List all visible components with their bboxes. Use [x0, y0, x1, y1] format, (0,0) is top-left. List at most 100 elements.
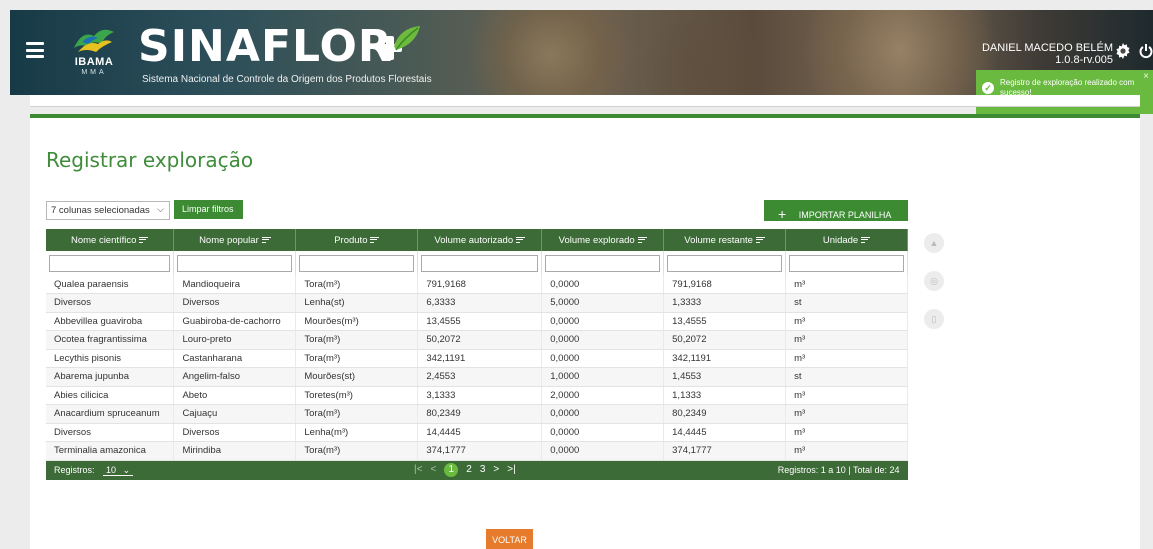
clear-filters-button[interactable]: Limpar filtros [174, 200, 243, 219]
import-spreadsheet-button[interactable]: + IMPORTAR PLANILHA [764, 200, 908, 222]
filter-icon[interactable] [637, 235, 647, 244]
ibama-logo-text: IBAMA [74, 56, 114, 68]
filter-cell [541, 251, 665, 275]
ibama-logo: IBAMA MMA [62, 26, 126, 82]
table-row[interactable]: Lecythis pisonis Castanharana Tora(m³) 342,… [46, 349, 908, 368]
filter-cell [663, 251, 787, 275]
filter-row [46, 251, 908, 275]
column-header[interactable]: Produto [295, 229, 419, 251]
columns-select[interactable]: 7 colunas selecionadas ⌵ [46, 201, 170, 220]
table-cell: Guabiroba-de-cachorro [173, 312, 297, 331]
table-row[interactable]: Abbevillea guaviroba Guabiroba-de-cachorr… [46, 312, 908, 331]
table-cell: Mandioqueira [173, 275, 297, 294]
table-cell: 2,4553 [417, 367, 543, 387]
filter-cell [46, 251, 175, 275]
target-icon[interactable]: ◎ [924, 271, 944, 291]
last-page-icon[interactable]: >| [507, 464, 515, 475]
table-row[interactable]: Anacardium spruceanum Cajuaçu Tora(m³) 80,2… [46, 404, 908, 424]
ibama-logo-subtext: MMA [81, 69, 107, 76]
column-filter-input[interactable] [421, 254, 539, 272]
column-header[interactable]: Nome científico [46, 229, 175, 251]
table-cell: 0,0000 [541, 423, 665, 442]
menu-icon[interactable] [26, 42, 44, 58]
first-page-icon[interactable]: |< [414, 464, 422, 475]
table-cell: 342,1191 [417, 349, 543, 368]
table-cell: Abbevillea guaviroba [46, 312, 175, 331]
filter-cell [417, 251, 543, 275]
filter-cell [785, 251, 908, 275]
columns-select-value: 7 colunas selecionadas [51, 205, 150, 216]
table-cell: Tora(m³) [295, 275, 419, 294]
column-filter-input[interactable] [545, 254, 661, 272]
chart-icon[interactable]: ▲ [924, 233, 944, 253]
column-filter-input[interactable] [667, 254, 783, 272]
column-header-label: Nome científico [70, 234, 137, 246]
table-cell: Lecythis pisonis [46, 349, 175, 368]
trash-icon[interactable]: ▯ [924, 309, 944, 329]
records-summary: Registros: 1 a 10 | Total de: 24 [777, 464, 900, 475]
per-page-select[interactable]: 10 ⌄ [103, 464, 134, 476]
table-cell: Abeto [173, 386, 297, 405]
column-filter-input[interactable] [789, 254, 904, 272]
close-icon[interactable]: × [1143, 72, 1149, 82]
page-1-button[interactable]: 1 [444, 462, 459, 477]
prev-page-icon[interactable]: < [430, 464, 436, 475]
table-row[interactable]: Ocotea fragrantissima Louro-preto Tora(m³)… [46, 330, 908, 350]
table-cell: m³ [785, 404, 908, 424]
next-page-icon[interactable]: > [493, 464, 499, 475]
page-2-button[interactable]: 2 [466, 464, 472, 475]
per-page-value: 10 [106, 464, 117, 475]
column-header-label: Volume explorado [558, 234, 635, 246]
back-button[interactable]: VOLTAR [486, 529, 533, 549]
power-icon[interactable] [1139, 43, 1153, 59]
table-cell: m³ [785, 275, 908, 294]
table-cell: m³ [785, 423, 908, 442]
filter-icon[interactable] [370, 235, 380, 244]
filter-icon[interactable] [861, 235, 871, 244]
brand-title: SINAFLOR [138, 21, 393, 72]
column-filter-input[interactable] [177, 254, 293, 272]
table-cell: Lenha(st) [295, 293, 419, 313]
table-cell: Terminalia amazonica [46, 441, 175, 461]
table-cell: 0,0000 [541, 349, 665, 368]
table-cell: 0,0000 [541, 312, 665, 331]
table-cell: m³ [785, 386, 908, 405]
table-cell: Toretes(m³) [295, 386, 419, 405]
table-cell: 0,0000 [541, 330, 665, 350]
column-filter-input[interactable] [49, 254, 171, 272]
column-header[interactable]: Volume autorizado [417, 229, 543, 251]
table-row[interactable]: Diversos Diversos Lenha(m³) 14,4445 0,0000 14… [46, 423, 908, 442]
table-row[interactable]: Qualea paraensis Mandioqueira Tora(m³) 791,… [46, 275, 908, 294]
column-header[interactable]: Unidade [785, 229, 908, 251]
filter-icon[interactable] [139, 235, 149, 244]
page-3-button[interactable]: 3 [480, 464, 486, 475]
table-cell: 791,9168 [417, 275, 543, 294]
table-cell: Castanharana [173, 349, 297, 368]
plus-icon: + [778, 206, 787, 222]
table-cell: Cajuaçu [173, 404, 297, 424]
column-header[interactable]: Volume restante [663, 229, 787, 251]
table-row[interactable]: Abarema jupunba Angelim-falso Mourões(st) 2… [46, 367, 908, 387]
table-cell: 342,1191 [663, 349, 787, 368]
column-header[interactable]: Volume explorado [541, 229, 665, 251]
filter-cell [295, 251, 419, 275]
table-cell: m³ [785, 441, 908, 461]
check-icon: ✓ [982, 82, 994, 94]
column-header[interactable]: Nome popular [173, 229, 297, 251]
table-header-row: Nome científico Nome popular Produto Volume… [46, 229, 908, 251]
table-row[interactable]: Diversos Diversos Lenha(st) 6,3333 5,0000 1,3… [46, 293, 908, 313]
filter-icon[interactable] [755, 235, 765, 244]
table-cell: m³ [785, 312, 908, 331]
records-label: Registros: [54, 464, 95, 475]
table-row[interactable]: Abies cilicica Abeto Toretes(m³) 3,1333 2,00… [46, 386, 908, 405]
filter-icon[interactable] [261, 235, 271, 244]
gear-icon[interactable] [1115, 43, 1131, 59]
table-cell: 791,9168 [663, 275, 787, 294]
table-cell: 80,2349 [417, 404, 543, 424]
filter-icon[interactable] [516, 235, 526, 244]
column-header-label: Unidade [822, 234, 859, 246]
user-name: DANIEL MACEDO BELÉM [981, 42, 1113, 54]
table-cell: m³ [785, 349, 908, 368]
column-filter-input[interactable] [299, 254, 415, 272]
table-row[interactable]: Terminalia amazonica Mirindiba Tora(m³) 374… [46, 441, 908, 461]
